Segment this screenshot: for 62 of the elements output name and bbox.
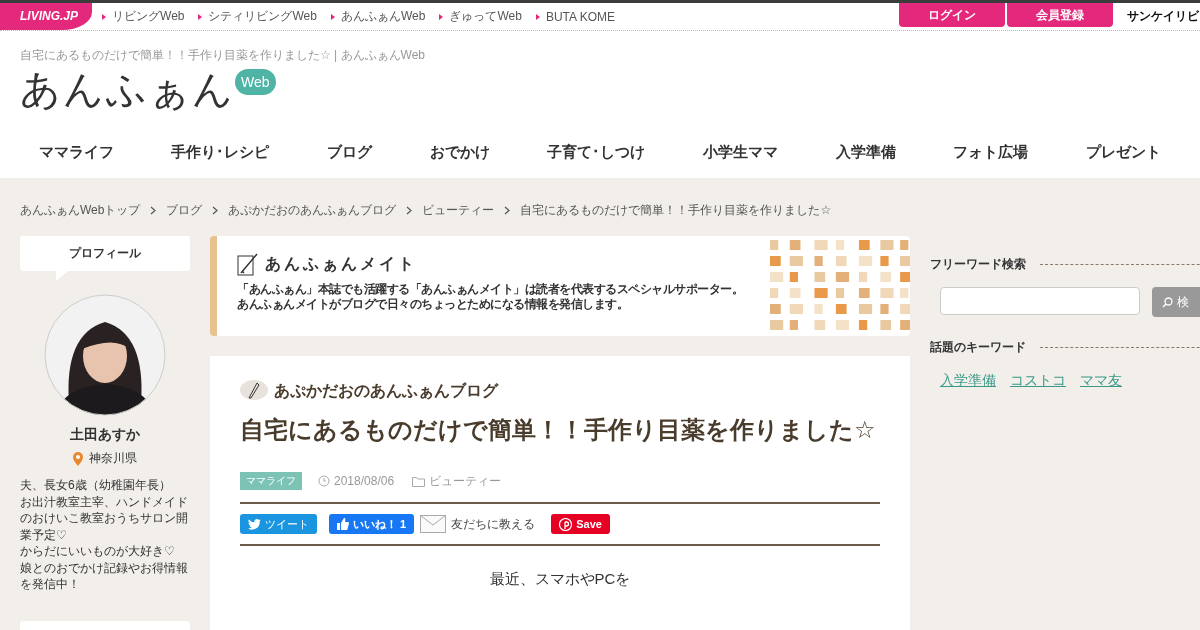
- banner-description: あんふぁんメイトがブログで日々のちょっとためになる情報を発信します。: [237, 297, 629, 312]
- breadcrumb-link[interactable]: ビューティー: [422, 201, 495, 219]
- keywords-heading: 話題のキーワード: [930, 339, 1026, 356]
- breadcrumb-link[interactable]: 自宅にあるものだけで簡単！！手作り目薬を作りました☆: [520, 201, 832, 219]
- nav-item[interactable]: 小学生ママ: [703, 142, 779, 162]
- site-logo[interactable]: あんふぁん: [20, 66, 235, 112]
- profile-name: 土田あすか: [70, 426, 140, 444]
- partner-logo[interactable]: サンケイリビ: [1127, 8, 1199, 25]
- nav-item[interactable]: おでかけ: [429, 142, 490, 162]
- folder-icon: [412, 475, 426, 487]
- chevron-icon: [150, 205, 157, 215]
- banner-description: 「あんふぁん」本誌でも活躍する「あんふぁんメイト」は読者を代表するスペシャルサポーター。: [237, 282, 743, 297]
- site-link[interactable]: BUTA KOME: [535, 9, 615, 24]
- site-link[interactable]: あんふぁんWeb: [330, 8, 426, 25]
- bird-icon: [248, 518, 261, 530]
- chevron-icon: [212, 205, 219, 215]
- search-icon: [1162, 296, 1173, 308]
- chevron-icon: [504, 205, 511, 215]
- like-button[interactable]: いいね！ 1: [329, 514, 415, 534]
- search-heading: フリーワード検索: [930, 256, 1026, 273]
- bio-text: からだにいいものが大好き♡: [20, 543, 176, 560]
- logo-badge: Web: [235, 69, 276, 95]
- site-link[interactable]: シティリビングWeb: [198, 8, 317, 25]
- header-button[interactable]: 会員登録: [1007, 3, 1113, 27]
- search-field[interactable]: [940, 287, 1140, 315]
- nav-item[interactable]: 手作り･レシピ: [171, 142, 270, 162]
- living-logo[interactable]: LIVING.JP: [0, 3, 92, 30]
- pin-save-button[interactable]: Save: [551, 514, 610, 534]
- bio-text: お出汁教室主宰、ハンドメイドのおけいこ教室おうちサロン開業予定♡: [20, 493, 188, 543]
- thumbs-up-icon: [337, 518, 349, 530]
- nav-item[interactable]: プレゼント: [1086, 142, 1162, 162]
- bio-text: 夫、長女6歳（幼稚園年長）: [20, 477, 172, 494]
- article-text: 最近、スマホやPCを: [488, 570, 632, 589]
- breadcrumb-link[interactable]: あぷかだおのあんふぁんブログ: [228, 201, 397, 219]
- page-title: 自宅にあるものだけで簡単！！手作り目薬を作りました☆ | あんふぁんWeb: [20, 47, 426, 64]
- nav-item[interactable]: ブログ: [327, 142, 373, 162]
- nav-item[interactable]: 入学準備: [835, 142, 896, 162]
- site-link[interactable]: ぎゅってWeb: [439, 8, 522, 25]
- blog-name[interactable]: あぷかだおのあんふぁんブログ: [274, 381, 498, 402]
- post-category: ビューティー: [429, 472, 502, 490]
- nav-item[interactable]: ママライフ: [38, 142, 114, 162]
- breadcrumb-link[interactable]: あんふぁんWebトップ: [20, 201, 141, 219]
- notebook-pen-icon: [237, 252, 259, 276]
- article-title: 自宅にあるものだけで簡単！！手作り目薬を作りました☆: [240, 415, 877, 445]
- profile-location: 神奈川県: [89, 450, 137, 467]
- location-pin-icon: [73, 451, 83, 466]
- chevron-icon: [406, 205, 413, 215]
- pen-icon: [240, 380, 268, 402]
- tell-friend-link[interactable]: 友だちに教える: [420, 515, 536, 533]
- post-date: 2018/08/06: [334, 474, 395, 488]
- envelope-icon: [420, 515, 447, 533]
- mate-banner[interactable]: あんふぁんメイト 「あんふぁん」本誌でも活躍する「あんふぁんメイト」は読者を代表するスペシャルサポーター。 あんふぁんメイトがブログで日々のちょっとためになる情報を発信します。: [210, 236, 910, 336]
- site-link[interactable]: リビングWeb: [102, 8, 185, 25]
- breadcrumb-link[interactable]: ブログ: [166, 201, 203, 219]
- bio-text: 娘とのおでかけ記録やお得情報を発信中！: [20, 559, 188, 593]
- clock-icon: [318, 475, 330, 487]
- nav-item[interactable]: フォト広場: [953, 142, 1029, 162]
- banner-title: あんふぁんメイト: [265, 253, 417, 275]
- header-button[interactable]: ログイン: [899, 3, 1005, 27]
- nav-item[interactable]: 子育て･しつけ: [547, 142, 646, 162]
- pin-icon: [559, 517, 573, 531]
- profile-heading: プロフィール: [20, 236, 190, 271]
